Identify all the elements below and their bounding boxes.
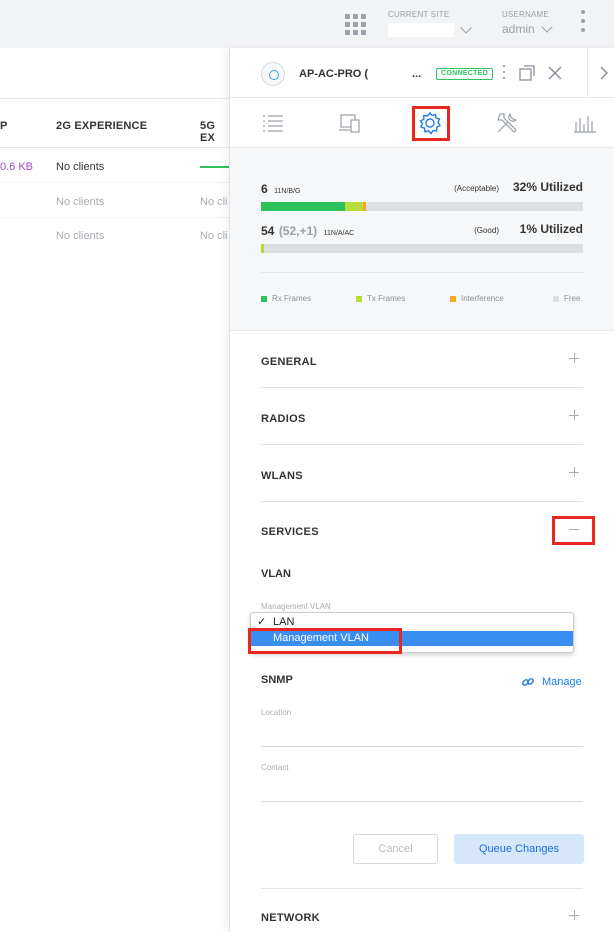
section-title-network: NETWORK: [261, 912, 320, 924]
channel-quality: (Good): [474, 226, 499, 235]
chevron-down-icon: [460, 22, 472, 34]
expand-plus-icon[interactable]: [569, 410, 579, 420]
snmp-title: SNMP: [261, 674, 293, 686]
table-header: P 2G EXPERIENCE 5G EX: [0, 98, 230, 148]
channel-band: 11N/A/AC: [323, 230, 355, 237]
location-label: Location: [261, 708, 292, 717]
channel-number: 54: [261, 224, 275, 238]
section-title: WLANS: [261, 470, 303, 482]
manage-label: Manage: [542, 676, 582, 688]
bar-segment-tx: [345, 202, 363, 211]
contact-input[interactable]: [261, 801, 583, 802]
device-name: AP-AC-PRO (: [299, 68, 369, 80]
vlan-title: VLAN: [261, 568, 291, 580]
site-value: [388, 23, 454, 37]
close-icon[interactable]: [547, 65, 563, 81]
table-row[interactable]: No clients No cli: [0, 184, 230, 218]
table-cell: No cli: [200, 196, 228, 208]
bar-segment-interference: [363, 202, 366, 211]
site-label: CURRENT SITE: [388, 10, 450, 19]
collapse-minus-icon[interactable]: [552, 516, 595, 545]
channel-number: 6: [261, 182, 268, 196]
cancel-button[interactable]: Cancel: [353, 834, 438, 864]
channel-row-2g: 6 11N/B/G (Acceptable) 32% Utilized: [261, 180, 583, 211]
legend-free: Free: [553, 294, 580, 303]
panel-header: AP-AC-PRO ( ... CONNECTED: [230, 48, 614, 98]
table-cell: No clients: [56, 161, 105, 173]
site-selector[interactable]: CURRENT SITE: [388, 10, 474, 38]
utilization-bar: [261, 244, 583, 253]
chevron-right-icon[interactable]: [598, 65, 610, 81]
contact-label: Contact: [261, 763, 289, 772]
channel-quality: (Acceptable): [454, 184, 499, 193]
legend-tx: Tx Frames: [356, 294, 405, 303]
legend-interference: Interference: [450, 294, 504, 303]
popout-icon[interactable]: [519, 65, 535, 81]
active-tab-highlight: [412, 106, 450, 141]
column-header-5g-experience[interactable]: 5G EX: [200, 120, 230, 144]
table-cell: No cli: [200, 230, 228, 242]
channel-utilization: 1% Utilized: [519, 222, 583, 236]
tools-tab-wrench-icon[interactable]: [494, 110, 520, 136]
top-bar: CURRENT SITE USERNAME admin: [0, 0, 614, 48]
channel-band: 11N/B/G: [274, 188, 301, 195]
legend-rx: Rx Frames: [261, 294, 311, 303]
management-vlan-label: Management VLAN: [261, 602, 331, 611]
section-general[interactable]: GENERAL: [261, 331, 583, 388]
access-point-icon: [261, 62, 285, 86]
queue-changes-button[interactable]: Queue Changes: [454, 834, 584, 864]
expand-plus-icon[interactable]: [569, 353, 579, 363]
section-wlans[interactable]: WLANS: [261, 445, 583, 502]
utilization-bar: [261, 202, 583, 211]
channel-row-5g: 54 (52,+1) 11N/A/AC (Good) 1% Utilized: [261, 222, 583, 253]
details-tab-list-icon[interactable]: [261, 110, 287, 136]
header-divider: [587, 48, 588, 98]
clients-tab-devices-icon[interactable]: [338, 110, 364, 136]
link-icon: [522, 678, 534, 686]
section-title: GENERAL: [261, 356, 317, 368]
rf-environment: 6 11N/B/G (Acceptable) 32% Utilized 54 (…: [230, 148, 614, 331]
stats-tab-chart-icon[interactable]: [572, 110, 598, 136]
table-cell: 0.6 KB: [0, 161, 34, 173]
table-row[interactable]: No clients No cli: [0, 218, 230, 252]
bar-segment-rx: [261, 202, 345, 211]
column-header[interactable]: P: [0, 120, 8, 132]
expand-plus-icon[interactable]: [569, 467, 579, 477]
table-cell: No clients: [56, 196, 105, 208]
device-table: P 2G EXPERIENCE 5G EX 0.6 KB No clients …: [0, 48, 230, 932]
section-title-services: SERVICES: [261, 526, 319, 538]
user-menu[interactable]: USERNAME admin: [502, 10, 553, 36]
section-radios[interactable]: RADIOS: [261, 388, 583, 445]
experience-bar: [200, 166, 230, 168]
divider: [261, 888, 583, 889]
location-input[interactable]: [261, 746, 583, 747]
bar-segment-tx: [261, 244, 264, 253]
table-row[interactable]: 0.6 KB No clients: [0, 149, 230, 183]
channel-utilization: 32% Utilized: [512, 180, 583, 194]
divider: [261, 272, 583, 273]
section-title: RADIOS: [261, 413, 306, 425]
status-badge: CONNECTED: [436, 68, 494, 80]
device-name-ellipsis: ...: [412, 68, 422, 80]
panel-more-icon[interactable]: [502, 65, 506, 83]
option-highlight: [248, 628, 402, 654]
apps-grid-icon[interactable]: [345, 14, 367, 36]
table-cell: No clients: [56, 230, 105, 242]
channel-secondary: (52,+1): [278, 224, 318, 238]
expand-plus-icon[interactable]: [569, 910, 579, 920]
device-properties-panel: AP-AC-PRO ( ... CONNECTED 6 11N/B/G (Acc…: [229, 48, 614, 932]
chevron-down-icon: [541, 21, 553, 33]
username-value: admin: [502, 22, 535, 36]
username-label: USERNAME: [502, 10, 549, 19]
column-header-2g-experience[interactable]: 2G EXPERIENCE: [56, 120, 147, 132]
manage-link[interactable]: Manage: [522, 676, 582, 688]
more-menu-icon[interactable]: [580, 10, 586, 36]
